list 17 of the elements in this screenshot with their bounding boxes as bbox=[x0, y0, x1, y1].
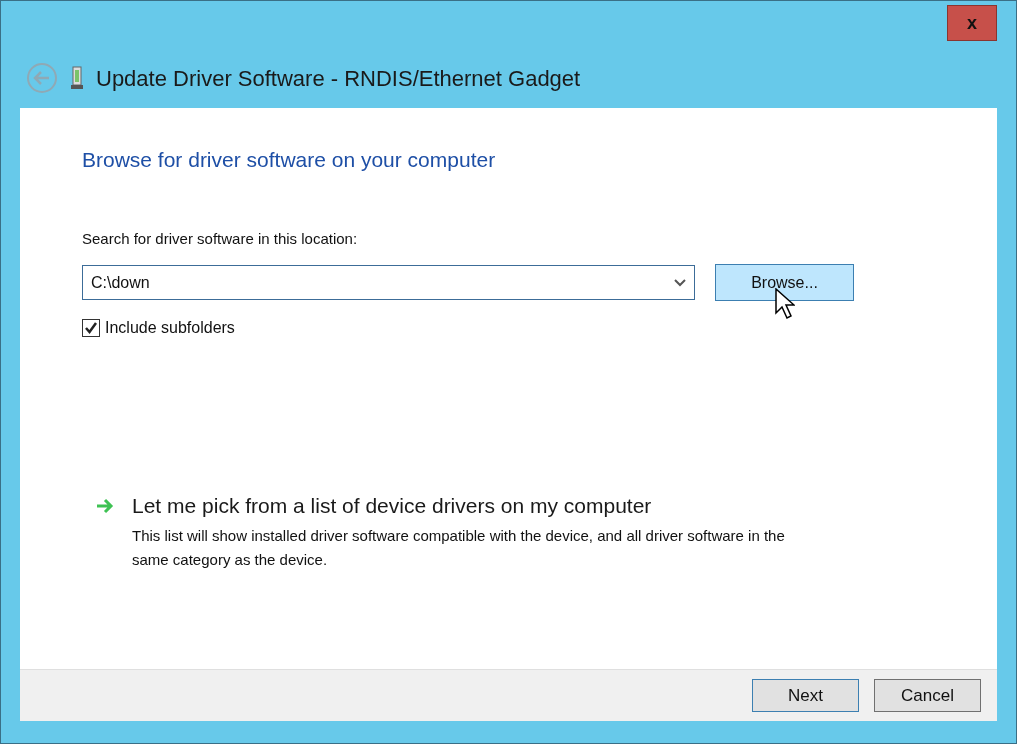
location-input[interactable]: C:\down bbox=[91, 270, 591, 295]
usb-device-icon bbox=[70, 66, 84, 90]
include-subfolders-label: Include subfolders bbox=[105, 318, 235, 338]
dialog-button[interactable]: Cancel bbox=[874, 679, 981, 712]
window-title: Update Driver Software - RNDIS/Ethernet Gadget bbox=[96, 64, 581, 93]
include-subfolders-checkbox[interactable] bbox=[82, 319, 100, 337]
page-heading: Browse for driver software on your computer bbox=[82, 147, 496, 173]
arrow-icon bbox=[96, 498, 114, 514]
close-button[interactable]: x bbox=[947, 5, 997, 41]
dropdown-chevron-icon bbox=[674, 278, 686, 287]
pick-driver-description: This list will show installed driver software compatible with the device, and all driver software in the same category as the device. bbox=[132, 525, 786, 570]
dialog-button[interactable]: Next bbox=[752, 679, 859, 712]
pick-driver-link[interactable]: Let me pick from a list of device drivers on my computer bbox=[132, 490, 652, 522]
location-label: Search for driver software in this location: bbox=[82, 228, 358, 249]
location-combo-box[interactable]: C:\down bbox=[82, 265, 695, 300]
browse-button[interactable]: Browse... bbox=[715, 264, 854, 301]
mouse-cursor-icon bbox=[775, 288, 795, 320]
